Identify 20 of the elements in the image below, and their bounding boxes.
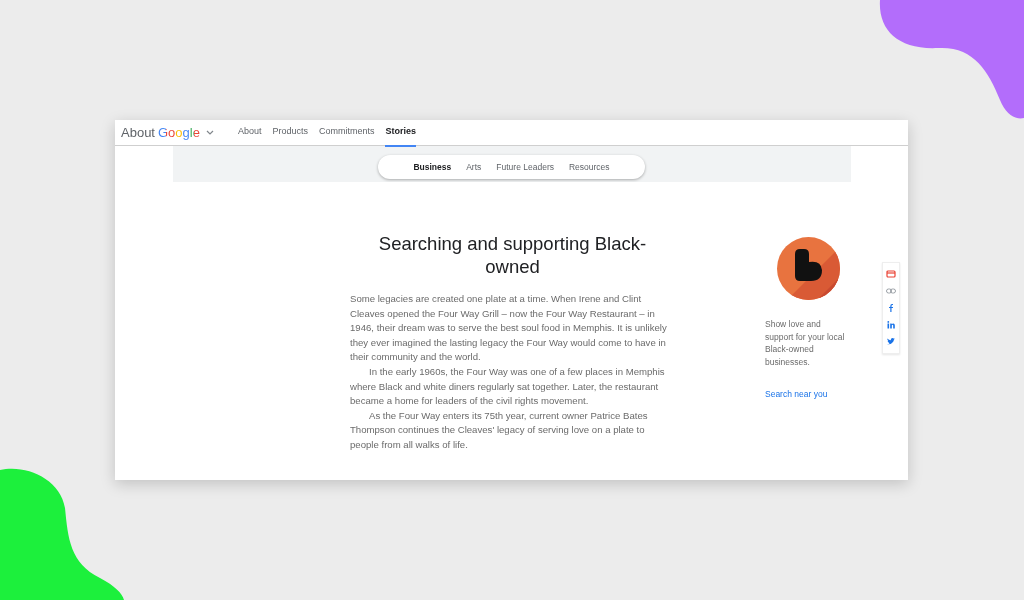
nav-link[interactable]: Commitments xyxy=(318,120,375,147)
article-paragraph: As the Four Way enters its 75th year, current owner Patrice Bates Thompson continues the Cleaves' legacy of serving love on a plate to people from all walks of life. xyxy=(350,408,649,452)
bird-icon[interactable] xyxy=(886,336,896,347)
article-paragraph: In the early 1960s, the Four Way was one of a few places in Memphis where Black and white diners regularly sat together. Later, the restaurant became a home for leaders of the civil rights movement. xyxy=(350,364,666,409)
category-tab[interactable]: Business xyxy=(413,160,452,174)
facebook-icon[interactable] xyxy=(886,303,896,313)
nav-link[interactable]: Products xyxy=(272,120,308,147)
nav-link[interactable]: About xyxy=(237,120,262,147)
promo-text: Show love and support for your local Black-owned businesses. xyxy=(765,318,846,368)
chevron-icon[interactable] xyxy=(205,129,214,136)
category-tab[interactable]: Resources xyxy=(568,160,610,174)
logo-text: About xyxy=(121,123,155,142)
category-tab[interactable]: Future Leaders xyxy=(496,160,554,174)
article-title: Searching and supporting Black-owned xyxy=(377,232,648,278)
linkedin-icon[interactable] xyxy=(886,319,896,330)
search-link[interactable]: Search near you xyxy=(765,389,828,399)
link-icon[interactable] xyxy=(886,286,896,297)
category-tab[interactable]: Arts xyxy=(466,160,482,174)
email-icon[interactable] xyxy=(886,269,896,280)
article-paragraph: Some legacies are created one plate at a time. When Irene and Clint Cleaves opened the Four Way Grill – now the Four Way Restaurant – in 1946, their dream was to serve the best soul food in Memphis. It is unlikely they ever imagined the lasting legacy the Four Way would come to have in their community and the world. xyxy=(350,292,668,365)
